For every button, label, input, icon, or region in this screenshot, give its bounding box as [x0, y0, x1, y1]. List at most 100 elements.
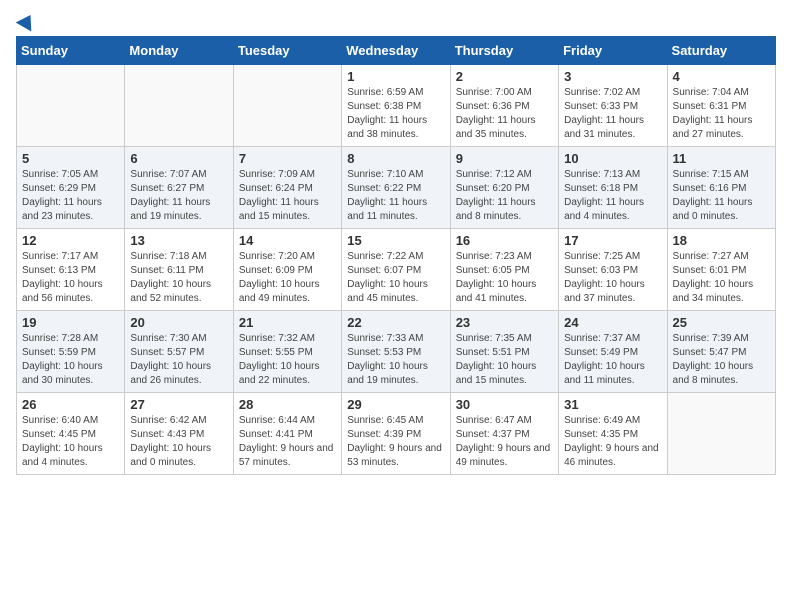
day-number: 30: [456, 397, 553, 412]
calendar-cell: 17 Sunrise: 7:25 AM Sunset: 6:03 PM Dayli…: [559, 229, 667, 311]
day-number: 28: [239, 397, 336, 412]
calendar-cell: 13 Sunrise: 7:18 AM Sunset: 6:11 PM Dayli…: [125, 229, 233, 311]
day-info: Sunrise: 7:10 AM Sunset: 6:22 PM Dayligh…: [347, 168, 444, 224]
day-info: Sunrise: 7:32 AM Sunset: 5:55 PM Dayligh…: [239, 332, 336, 388]
day-number: 16: [456, 233, 553, 248]
weekday-header-tuesday: Tuesday: [233, 37, 341, 65]
day-info: Sunrise: 7:28 AM Sunset: 5:59 PM Dayligh…: [22, 332, 119, 388]
calendar-cell: 14 Sunrise: 7:20 AM Sunset: 6:09 PM Dayli…: [233, 229, 341, 311]
calendar-week-row: 26 Sunrise: 6:40 AM Sunset: 4:45 PM Dayli…: [17, 393, 776, 475]
calendar-cell: 24Sunrise: 7:37 AM Sunset: 5:49 PM Dayli…: [559, 311, 667, 393]
day-number: 1: [347, 69, 444, 84]
day-number: 17: [564, 233, 661, 248]
day-number: 22: [347, 315, 444, 330]
calendar-cell: 1Sunrise: 6:59 AM Sunset: 6:38 PM Daylig…: [342, 65, 450, 147]
day-info: Sunrise: 7:13 AM Sunset: 6:18 PM Dayligh…: [564, 168, 661, 224]
day-info: Sunrise: 7:20 AM Sunset: 6:09 PM Dayligh…: [239, 250, 336, 306]
day-info: Sunrise: 7:35 AM Sunset: 5:51 PM Dayligh…: [456, 332, 553, 388]
day-info: Sunrise: 7:05 AM Sunset: 6:29 PM Dayligh…: [22, 168, 119, 224]
day-number: 24: [564, 315, 661, 330]
calendar-cell: [667, 393, 775, 475]
calendar-cell: 22 Sunrise: 7:33 AM Sunset: 5:53 PM Dayli…: [342, 311, 450, 393]
logo: [16, 16, 36, 30]
weekday-header-monday: Monday: [125, 37, 233, 65]
calendar-week-row: 12 Sunrise: 7:17 AM Sunset: 6:13 PM Dayli…: [17, 229, 776, 311]
calendar-cell: [125, 65, 233, 147]
day-info: Sunrise: 7:15 AM Sunset: 6:16 PM Dayligh…: [673, 168, 770, 224]
weekday-header-saturday: Saturday: [667, 37, 775, 65]
day-number: 7: [239, 151, 336, 166]
day-number: 14: [239, 233, 336, 248]
calendar-cell: 28 Sunrise: 6:44 AM Sunset: 4:41 PM Dayli…: [233, 393, 341, 475]
calendar-cell: 27Sunrise: 6:42 AM Sunset: 4:43 PM Dayli…: [125, 393, 233, 475]
calendar-week-row: 1Sunrise: 6:59 AM Sunset: 6:38 PM Daylig…: [17, 65, 776, 147]
day-number: 27: [130, 397, 227, 412]
calendar-cell: 30Sunrise: 6:47 AM Sunset: 4:37 PM Dayli…: [450, 393, 558, 475]
day-info: Sunrise: 7:12 AM Sunset: 6:20 PM Dayligh…: [456, 168, 553, 224]
day-info: Sunrise: 7:18 AM Sunset: 6:11 PM Dayligh…: [130, 250, 227, 306]
calendar-cell: 9 Sunrise: 7:12 AM Sunset: 6:20 PM Daylig…: [450, 147, 558, 229]
day-info: Sunrise: 7:30 AM Sunset: 5:57 PM Dayligh…: [130, 332, 227, 388]
calendar-cell: 15 Sunrise: 7:22 AM Sunset: 6:07 PM Dayli…: [342, 229, 450, 311]
weekday-header-wednesday: Wednesday: [342, 37, 450, 65]
calendar-cell: 18 Sunrise: 7:27 AM Sunset: 6:01 PM Dayli…: [667, 229, 775, 311]
calendar-cell: 2Sunrise: 7:00 AM Sunset: 6:36 PM Daylig…: [450, 65, 558, 147]
day-number: 8: [347, 151, 444, 166]
day-number: 10: [564, 151, 661, 166]
calendar-cell: [233, 65, 341, 147]
day-number: 29: [347, 397, 444, 412]
day-number: 6: [130, 151, 227, 166]
calendar-cell: 4 Sunrise: 7:04 AM Sunset: 6:31 PM Daylig…: [667, 65, 775, 147]
calendar-cell: 26 Sunrise: 6:40 AM Sunset: 4:45 PM Dayli…: [17, 393, 125, 475]
calendar-cell: 6 Sunrise: 7:07 AM Sunset: 6:27 PM Daylig…: [125, 147, 233, 229]
weekday-header-friday: Friday: [559, 37, 667, 65]
day-number: 4: [673, 69, 770, 84]
day-info: Sunrise: 6:40 AM Sunset: 4:45 PM Dayligh…: [22, 414, 119, 470]
day-number: 18: [673, 233, 770, 248]
day-number: 31: [564, 397, 661, 412]
calendar-cell: 19 Sunrise: 7:28 AM Sunset: 5:59 PM Dayli…: [17, 311, 125, 393]
day-number: 26: [22, 397, 119, 412]
day-info: Sunrise: 7:02 AM Sunset: 6:33 PM Dayligh…: [564, 86, 661, 142]
day-info: Sunrise: 7:39 AM Sunset: 5:47 PM Dayligh…: [673, 332, 770, 388]
day-info: Sunrise: 7:00 AM Sunset: 6:36 PM Dayligh…: [456, 86, 553, 142]
day-number: 13: [130, 233, 227, 248]
calendar-cell: 16Sunrise: 7:23 AM Sunset: 6:05 PM Dayli…: [450, 229, 558, 311]
day-number: 20: [130, 315, 227, 330]
day-info: Sunrise: 7:27 AM Sunset: 6:01 PM Dayligh…: [673, 250, 770, 306]
day-info: Sunrise: 6:44 AM Sunset: 4:41 PM Dayligh…: [239, 414, 336, 470]
weekday-header-sunday: Sunday: [17, 37, 125, 65]
weekday-header-row: SundayMondayTuesdayWednesdayThursdayFrid…: [17, 37, 776, 65]
calendar-cell: 29Sunrise: 6:45 AM Sunset: 4:39 PM Dayli…: [342, 393, 450, 475]
calendar-cell: 3Sunrise: 7:02 AM Sunset: 6:33 PM Daylig…: [559, 65, 667, 147]
day-info: Sunrise: 7:09 AM Sunset: 6:24 PM Dayligh…: [239, 168, 336, 224]
calendar-cell: 5 Sunrise: 7:05 AM Sunset: 6:29 PM Daylig…: [17, 147, 125, 229]
day-info: Sunrise: 7:07 AM Sunset: 6:27 PM Dayligh…: [130, 168, 227, 224]
day-info: Sunrise: 7:25 AM Sunset: 6:03 PM Dayligh…: [564, 250, 661, 306]
day-number: 21: [239, 315, 336, 330]
calendar-table: SundayMondayTuesdayWednesdayThursdayFrid…: [16, 36, 776, 475]
day-info: Sunrise: 7:33 AM Sunset: 5:53 PM Dayligh…: [347, 332, 444, 388]
day-number: 9: [456, 151, 553, 166]
day-info: Sunrise: 7:04 AM Sunset: 6:31 PM Dayligh…: [673, 86, 770, 142]
weekday-header-thursday: Thursday: [450, 37, 558, 65]
calendar-cell: 20 Sunrise: 7:30 AM Sunset: 5:57 PM Dayli…: [125, 311, 233, 393]
logo-icon: [16, 10, 39, 31]
calendar-cell: 21 Sunrise: 7:32 AM Sunset: 5:55 PM Dayli…: [233, 311, 341, 393]
calendar-cell: 11Sunrise: 7:15 AM Sunset: 6:16 PM Dayli…: [667, 147, 775, 229]
header: [16, 16, 776, 30]
calendar-cell: 23 Sunrise: 7:35 AM Sunset: 5:51 PM Dayli…: [450, 311, 558, 393]
calendar-week-row: 5 Sunrise: 7:05 AM Sunset: 6:29 PM Daylig…: [17, 147, 776, 229]
day-number: 19: [22, 315, 119, 330]
day-info: Sunrise: 7:17 AM Sunset: 6:13 PM Dayligh…: [22, 250, 119, 306]
day-info: Sunrise: 7:22 AM Sunset: 6:07 PM Dayligh…: [347, 250, 444, 306]
calendar-cell: 31 Sunrise: 6:49 AM Sunset: 4:35 PM Dayli…: [559, 393, 667, 475]
day-number: 15: [347, 233, 444, 248]
day-info: Sunrise: 6:49 AM Sunset: 4:35 PM Dayligh…: [564, 414, 661, 470]
day-number: 12: [22, 233, 119, 248]
calendar-cell: 8 Sunrise: 7:10 AM Sunset: 6:22 PM Daylig…: [342, 147, 450, 229]
day-number: 23: [456, 315, 553, 330]
calendar-cell: 7 Sunrise: 7:09 AM Sunset: 6:24 PM Daylig…: [233, 147, 341, 229]
day-number: 5: [22, 151, 119, 166]
calendar-cell: 12 Sunrise: 7:17 AM Sunset: 6:13 PM Dayli…: [17, 229, 125, 311]
